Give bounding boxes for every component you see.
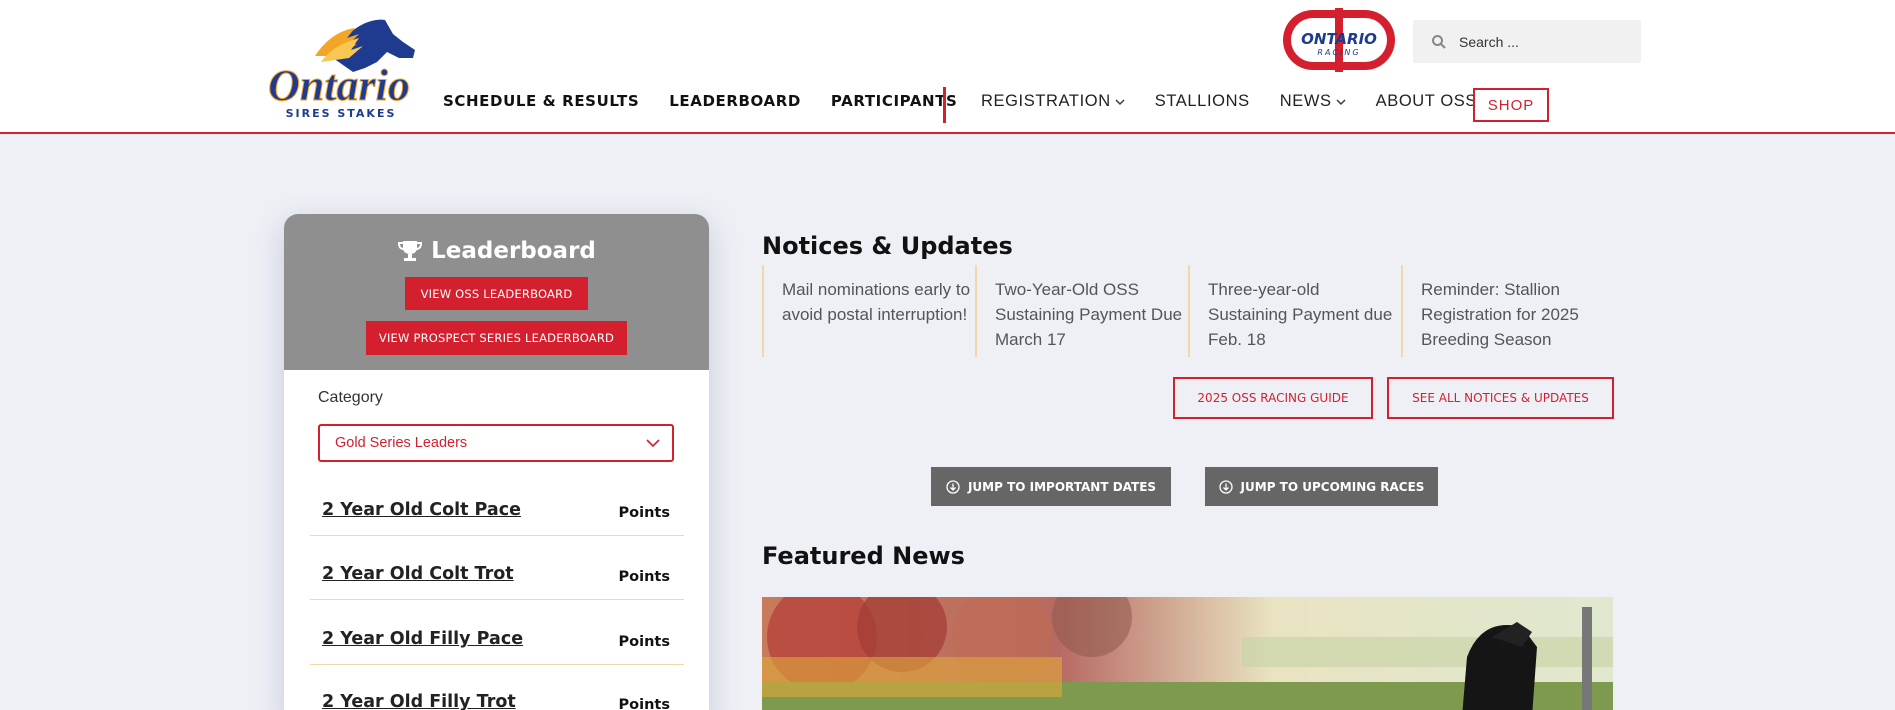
search-box[interactable] [1413, 20, 1641, 63]
notices-heading: Notices & Updates [762, 232, 1013, 260]
jump-upcoming-races-label: JUMP TO UPCOMING RACES [1240, 479, 1425, 494]
leaderboard-row: 2 Year Old Colt Trot Points [310, 548, 684, 600]
oss-logo[interactable]: Ontario SIRES STAKES [255, 16, 423, 120]
site-header: Ontario SIRES STAKES ONTARIO RACING SCHE… [0, 0, 1895, 134]
notice-item[interactable]: Three-year-old Sustaining Payment due Fe… [1188, 265, 1400, 357]
nav-leaderboard[interactable]: LEADERBOARD [669, 92, 801, 110]
notice-item[interactable]: Reminder: Stallion Registration for 2025… [1401, 265, 1613, 357]
row-points-header: Points [618, 505, 670, 521]
category-label: Category [318, 389, 383, 406]
view-prospect-leaderboard-button[interactable]: VIEW PROSPECT SERIES LEADERBOARD [366, 321, 627, 355]
logo-subtitle: SIRES STAKES [286, 107, 397, 120]
chevron-down-icon [646, 439, 660, 448]
row-points-header: Points [618, 697, 670, 710]
logo-wordmark: Ontario [268, 61, 410, 110]
row-title-link[interactable]: 2 Year Old Filly Trot [322, 692, 516, 710]
chevron-down-icon [1115, 99, 1125, 105]
leaderboard-row: 2 Year Old Colt Pace Points [310, 484, 684, 536]
nav-news[interactable]: NEWS [1280, 92, 1346, 111]
search-icon [1432, 34, 1446, 49]
notice-item[interactable]: Two-Year-Old OSS Sustaining Payment Due … [975, 265, 1187, 357]
category-select[interactable]: Gold Series Leaders [318, 424, 674, 462]
nav-news-label: NEWS [1279, 92, 1332, 110]
featured-news-image[interactable] [762, 597, 1613, 710]
featured-news-heading: Featured News [762, 542, 965, 570]
leaderboard-row: 2 Year Old Filly Trot Points [310, 676, 684, 710]
racing-logo-bottom: RACING [1317, 48, 1360, 57]
leaderboard-title: Leaderboard [284, 238, 709, 264]
nav-about-oss-label: ABOUT OSS [1375, 92, 1477, 110]
search-input[interactable] [1459, 33, 1629, 50]
racing-guide-button[interactable]: 2025 OSS RACING GUIDE [1173, 377, 1373, 419]
nav-divider [943, 87, 946, 123]
jump-upcoming-races-button[interactable]: JUMP TO UPCOMING RACES [1205, 467, 1438, 506]
chevron-down-icon [1336, 99, 1346, 105]
leaderboard-title-text: Leaderboard [431, 238, 596, 264]
primary-nav: SCHEDULE & RESULTS LEADERBOARD PARTICIPA… [443, 92, 987, 110]
nav-participants[interactable]: PARTICIPANTS [831, 92, 958, 110]
row-title-link[interactable]: 2 Year Old Colt Pace [322, 500, 521, 520]
nav-stallions-label: STALLIONS [1154, 92, 1250, 110]
row-title-link[interactable]: 2 Year Old Filly Pace [322, 629, 523, 649]
circle-arrow-down-icon [946, 479, 960, 494]
nav-registration-label: REGISTRATION [981, 92, 1111, 110]
racing-logo-top: ONTARIO [1301, 30, 1377, 48]
row-points-header: Points [618, 634, 670, 650]
jump-important-dates-label: JUMP TO IMPORTANT DATES [967, 479, 1157, 494]
secondary-nav: REGISTRATION STALLIONS NEWS ABOUT OSS [981, 92, 1521, 111]
notice-item[interactable]: Mail nominations early to avoid postal i… [762, 265, 974, 357]
nav-registration[interactable]: REGISTRATION [981, 92, 1125, 111]
ontario-racing-logo[interactable]: ONTARIO RACING [1281, 8, 1397, 72]
jump-important-dates-button[interactable]: JUMP TO IMPORTANT DATES [931, 467, 1171, 506]
shop-button[interactable]: SHOP [1473, 88, 1549, 122]
row-title-link[interactable]: 2 Year Old Colt Trot [322, 564, 514, 584]
leaderboard-header: Leaderboard VIEW OSS LEADERBOARD VIEW PR… [284, 214, 709, 370]
trophy-icon [398, 241, 423, 261]
row-points-header: Points [618, 569, 670, 585]
nav-stallions[interactable]: STALLIONS [1155, 92, 1250, 111]
category-selected-value: Gold Series Leaders [335, 435, 468, 451]
leaderboard-card: Leaderboard VIEW OSS LEADERBOARD VIEW PR… [284, 214, 709, 710]
see-all-notices-button[interactable]: SEE ALL NOTICES & UPDATES [1387, 377, 1614, 419]
nav-schedule-results[interactable]: SCHEDULE & RESULTS [443, 92, 639, 110]
view-oss-leaderboard-button[interactable]: VIEW OSS LEADERBOARD [405, 277, 588, 310]
leaderboard-row: 2 Year Old Filly Pace Points [310, 613, 684, 665]
circle-arrow-down-icon [1218, 479, 1233, 494]
